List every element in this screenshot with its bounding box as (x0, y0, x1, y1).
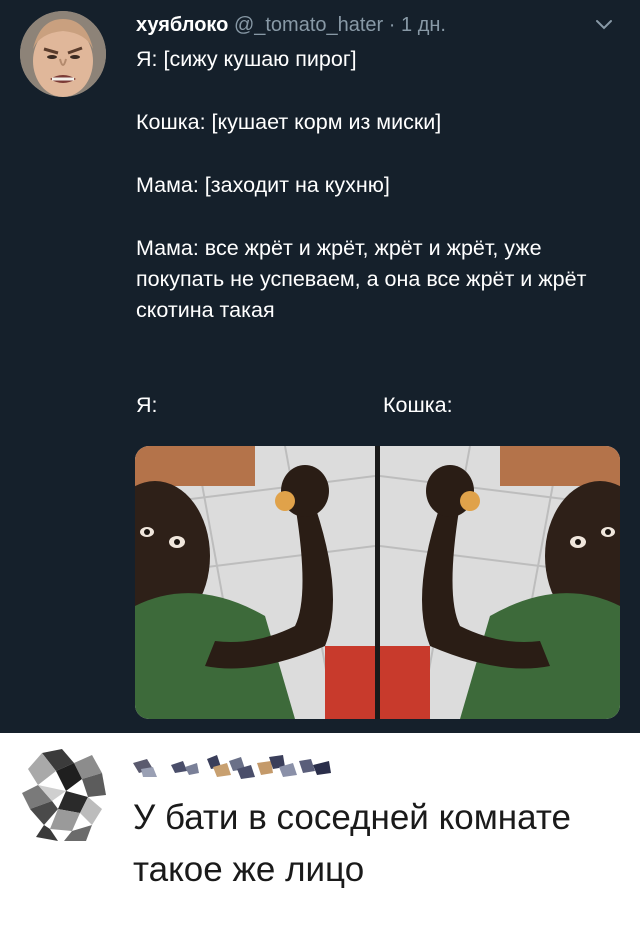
media-labels: Я: Кошка: (136, 388, 616, 422)
tweet-text: Я: [сижу кушаю пирог] Кошка: [кушает кор… (136, 44, 616, 326)
pixelated-avatar-icon[interactable] (22, 749, 106, 841)
header-separator: · (388, 14, 396, 36)
tweet-timestamp[interactable]: 1 дн. (401, 14, 446, 36)
tweet-line: Я: [сижу кушаю пирог] (136, 47, 357, 71)
author-name[interactable]: хуяблоко (136, 14, 228, 36)
comment: У бати в соседней комнате такое же лицо (0, 733, 640, 926)
media-image-right[interactable] (380, 446, 620, 719)
tweet-media[interactable] (135, 446, 620, 719)
tweet-card: хуяблоко @_tomato_hater · 1 дн. Я: [сижу… (0, 0, 640, 733)
author-handle[interactable]: @_tomato_hater (234, 14, 383, 36)
pixelated-name-icon[interactable] (133, 753, 333, 785)
tweet-line: Мама: [заходит на кухню] (136, 173, 390, 197)
tweet-line: Кошка: [кушает корм из миски] (136, 110, 442, 134)
tweet-header: хуяблоко @_tomato_hater · 1 дн. (136, 10, 446, 40)
author-avatar[interactable] (20, 11, 106, 97)
chevron-down-icon[interactable] (594, 18, 614, 32)
media-image-left[interactable] (135, 446, 375, 719)
tweet-line: Мама: все жрёт и жрёт, жрёт и жрёт, уже … (136, 236, 587, 322)
comment-text: У бати в соседней комнате такое же лицо (133, 798, 571, 889)
media-label-right: Кошка: (383, 393, 453, 417)
media-label-left: Я: (136, 393, 158, 417)
